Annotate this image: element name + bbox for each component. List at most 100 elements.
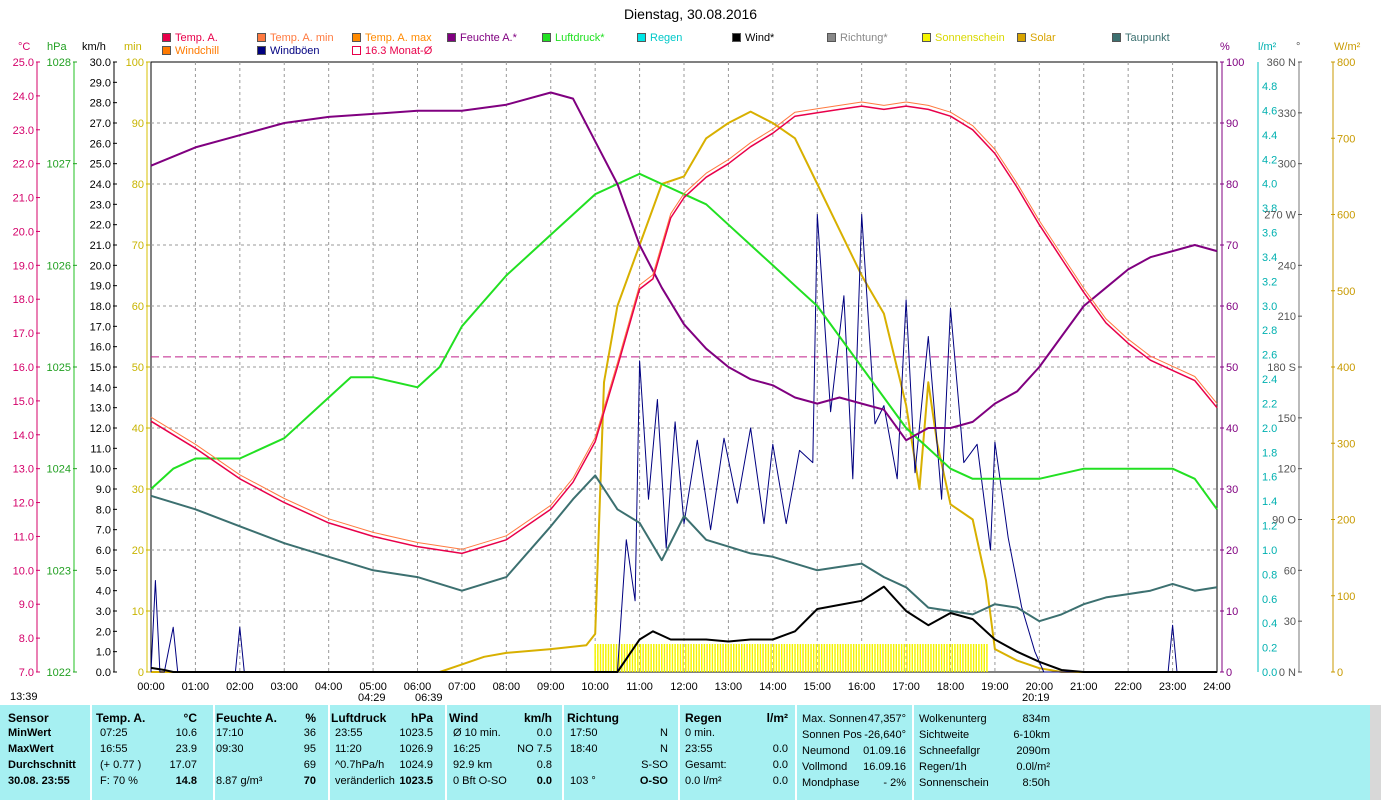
tick-humidity: 100 — [1226, 57, 1244, 69]
stat-pressure-value: 1026.9 — [399, 743, 433, 755]
tick-time: 22:00 — [1114, 681, 1142, 693]
unit-label: W/m² — [1334, 41, 1361, 53]
tick-wind: 11.0 — [90, 443, 111, 455]
astro-key: Vollmond — [802, 761, 848, 773]
tick-rain: 1.4 — [1262, 496, 1277, 508]
unit-label: l/m² — [1258, 41, 1277, 53]
tick-wind: 28.0 — [90, 98, 111, 110]
tick-sun: 60 — [132, 301, 144, 313]
tick-time: 08:00 — [493, 681, 521, 693]
tick-wind: 21.0 — [90, 240, 111, 252]
stat-rain-a: Gesamt: — [685, 759, 727, 771]
header-luftdruck: Luftdruck — [331, 711, 387, 725]
scrollbar[interactable] — [1370, 705, 1381, 800]
tick-wind: 23.0 — [90, 199, 111, 211]
stat-dir-value: N — [660, 727, 668, 739]
astro-value: -26,640° — [864, 729, 906, 741]
panel-separator — [678, 705, 680, 800]
astro-key: Sonnen Pos — [802, 729, 862, 741]
tick-time: 12:00 — [670, 681, 698, 693]
stat-row-label: MaxWert — [8, 743, 54, 755]
stat-temp-value: 17.07 — [169, 759, 197, 771]
tick-wind: 25.0 — [90, 159, 111, 171]
tick-direction: 300 — [1278, 159, 1296, 171]
tick-temp: 22.0 — [13, 159, 34, 171]
tick-direction: 240 — [1278, 260, 1296, 272]
stat-temp-value: 14.8 — [175, 775, 197, 787]
tick-time: 18:00 — [937, 681, 965, 693]
tick-wind: 0.0 — [96, 667, 111, 679]
tick-temp: 11.0 — [13, 531, 34, 543]
tick-humidity: 60 — [1226, 301, 1238, 313]
weather-key: Regen/1h — [919, 761, 967, 773]
panel-separator — [328, 705, 330, 800]
time-marker-sunrise: 04:29 — [358, 692, 386, 704]
astro-value: 47,357° — [867, 713, 906, 725]
weather-key: Schneefallgr — [919, 745, 981, 757]
panel-separator — [562, 705, 564, 800]
stat-dir-value: S-SO — [641, 759, 668, 771]
tick-temp: 23.0 — [13, 125, 34, 137]
tick-wind: 26.0 — [90, 138, 111, 150]
tick-direction: 90 O — [1272, 515, 1296, 527]
tick-time: 24:00 — [1203, 681, 1231, 693]
tick-direction: 360 N — [1267, 57, 1296, 69]
tick-wind: 6.0 — [96, 545, 111, 557]
tick-temp: 18.0 — [13, 294, 34, 306]
weather-key: Sonnenschein — [919, 777, 989, 789]
unit-label: °C — [18, 41, 30, 53]
header-sensor: Sensor — [8, 711, 49, 725]
tick-time: 00:00 — [137, 681, 165, 693]
stat-row-label: 30.08. 23:55 — [8, 775, 70, 787]
weather-key: Wolkenunterg — [919, 713, 987, 725]
unit-label: km/h — [82, 41, 106, 53]
tick-direction: 330 — [1278, 108, 1296, 120]
astro-key: Neumond — [802, 745, 850, 757]
tick-temp: 19.0 — [13, 260, 34, 272]
tick-wind: 27.0 — [90, 118, 111, 130]
tick-time: 02:00 — [226, 681, 254, 693]
tick-rain: 3.6 — [1262, 228, 1277, 240]
tick-direction: 270 W — [1264, 210, 1296, 222]
tick-wind: 2.0 — [96, 626, 111, 638]
stat-temp-time: 16:55 — [100, 743, 128, 755]
tick-time: 03:00 — [270, 681, 298, 693]
tick-rain: 0.8 — [1262, 569, 1277, 581]
stat-dir-time: 18:40 — [570, 743, 598, 755]
tick-temp: 25.0 — [13, 57, 34, 69]
stat-row-label: Durchschnitt — [8, 759, 76, 771]
tick-wind: 7.0 — [96, 525, 111, 537]
stat-pressure-time: 23:55 — [335, 727, 363, 739]
tick-temp: 17.0 — [13, 328, 34, 340]
panel-separator — [213, 705, 215, 800]
header-temp-unit: °C — [183, 711, 197, 725]
tick-pressure: 1023 — [47, 565, 71, 577]
time-marker-dawn: 06:39 — [415, 692, 443, 704]
tick-pressure: 1022 — [47, 667, 71, 679]
stat-feuchte-value: 95 — [303, 743, 316, 755]
unit-label: hPa — [47, 41, 67, 53]
tick-sun: 10 — [132, 606, 144, 618]
tick-rain: 4.2 — [1262, 154, 1277, 166]
stat-pressure-value: 1023.5 — [399, 775, 433, 787]
tick-wind: 17.0 — [90, 321, 111, 333]
header-wind-unit: km/h — [523, 711, 552, 725]
stat-dir-time: 17:50 — [570, 727, 598, 739]
stat-feuchte-time: 8.87 g/m³ — [216, 775, 263, 787]
tick-wind: 30.0 — [90, 57, 111, 69]
stat-pressure-time: veränderlich — [335, 775, 395, 787]
tick-time: 09:00 — [537, 681, 565, 693]
tick-solar: 700 — [1337, 133, 1355, 145]
tick-humidity: 30 — [1226, 484, 1238, 496]
tick-rain: 2.2 — [1262, 398, 1277, 410]
tick-rain: 1.0 — [1262, 545, 1277, 557]
tick-solar: 300 — [1337, 438, 1355, 450]
stat-temp-value: 10.6 — [175, 727, 197, 739]
stat-row-label: MinWert — [8, 727, 52, 739]
tick-time: 13:00 — [715, 681, 743, 693]
tick-wind: 19.0 — [90, 281, 111, 293]
tick-wind: 20.0 — [90, 260, 111, 272]
tick-rain: 0.0 — [1262, 667, 1277, 679]
unit-label: min — [124, 41, 142, 53]
tick-sun: 40 — [132, 423, 144, 435]
